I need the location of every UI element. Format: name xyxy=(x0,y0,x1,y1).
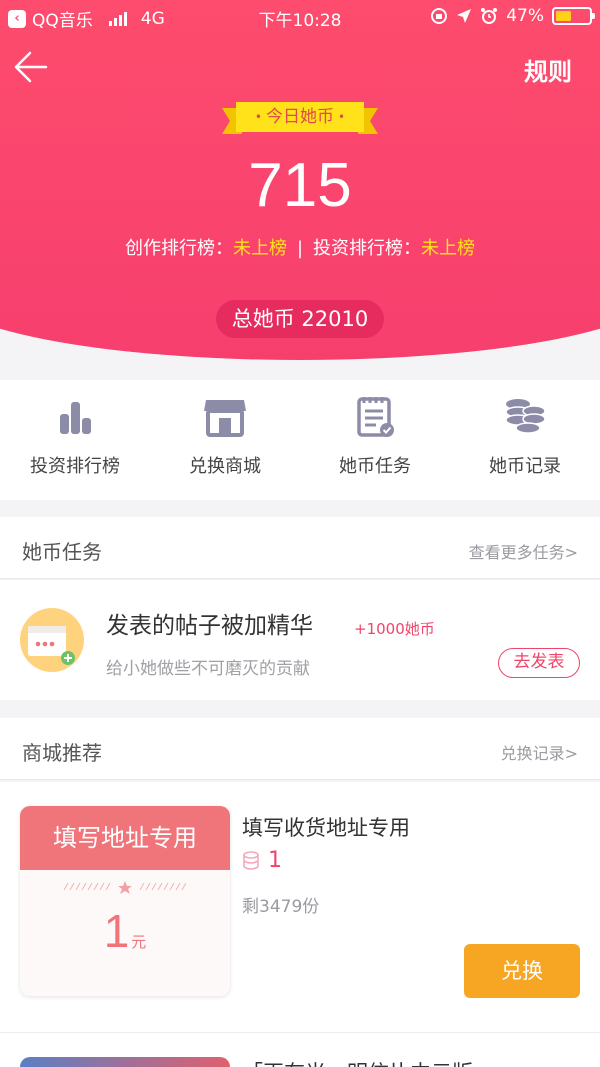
total-coins-badge: 总她币 22010 xyxy=(216,300,384,338)
coupon-title: 填写地址专用 xyxy=(20,806,230,870)
task-list-icon xyxy=(357,397,394,437)
quick-entry-label: 她币记录 xyxy=(489,456,561,477)
product-name: 「再有光」明信片中元版 xyxy=(242,1057,473,1067)
more-tasks-link[interactable]: 查看更多任务> xyxy=(469,539,578,563)
task-card[interactable]: 发表的帖子被加精华 +1000她币 给小她做些不可磨灭的贡献 去发表 xyxy=(0,580,600,700)
coupon-image[interactable]: 填写地址专用 1元 xyxy=(20,806,230,996)
location-icon xyxy=(457,9,472,23)
invest-rank-value: 未上榜 xyxy=(421,238,476,259)
rank-separator: | xyxy=(296,238,304,259)
quick-entry-invest-rank[interactable]: 投资排行榜 xyxy=(0,380,150,500)
alarm-icon xyxy=(481,8,498,24)
product-card-next[interactable]: 「再有光」明信片中元版 xyxy=(0,1032,600,1067)
tasks-section-header: 她币任务 查看更多任务> xyxy=(0,517,600,579)
coin-stack-icon xyxy=(243,850,259,870)
star-divider-icon xyxy=(64,881,186,894)
store-icon xyxy=(204,400,246,437)
status-bar: ‹ QQ音乐 4G 下午10:28 47% xyxy=(0,0,600,34)
today-coins-ribbon: • 今日她币 • xyxy=(222,102,378,134)
quick-entry-mall[interactable]: 兑换商城 xyxy=(150,380,300,500)
product-name: 填写收货地址专用 xyxy=(242,816,410,840)
quick-entry-records[interactable]: 她币记录 xyxy=(450,380,600,500)
battery-icon xyxy=(552,7,595,25)
product-remaining: 剩3479份 xyxy=(242,897,320,917)
quick-entry-label: 她币任务 xyxy=(339,456,411,477)
product-card[interactable]: 填写地址专用 1元 填写收货地址专用 1 剩3479份 兑换 xyxy=(0,782,600,1032)
quick-entry-bar: 投资排行榜 兑换商城 她币任务 她币记录 xyxy=(0,380,600,500)
product-cost-value: 1 xyxy=(268,848,282,873)
bar-chart-icon xyxy=(60,402,91,434)
coupon-price: 1元 xyxy=(103,905,147,957)
invest-rank-label: 投资排行榜： xyxy=(313,238,422,259)
rotation-lock-icon xyxy=(431,8,448,24)
battery-percent: 47% xyxy=(506,6,544,26)
back-arrow-icon[interactable] xyxy=(12,48,50,86)
task-title: 发表的帖子被加精华 xyxy=(106,613,313,639)
mall-section-header: 商城推荐 兑换记录> xyxy=(0,718,600,780)
section-title: 她币任务 xyxy=(22,540,102,564)
task-description: 给小她做些不可磨灭的贡献 xyxy=(106,659,310,679)
section-title: 商城推荐 xyxy=(22,741,102,765)
product-cost: 1 xyxy=(242,848,282,873)
task-icon xyxy=(20,608,84,672)
creation-rank-label: 创作排行榜： xyxy=(124,238,233,259)
today-coins-value: 715 xyxy=(248,151,352,220)
quick-entry-label: 投资排行榜 xyxy=(30,456,120,477)
product-thumbnail[interactable] xyxy=(20,1057,230,1067)
battery-level xyxy=(556,11,571,21)
quick-entry-tasks[interactable]: 她币任务 xyxy=(300,380,450,500)
header-banner: ‹ QQ音乐 4G 下午10:28 47% 规则 • 今日她币 • 715 创作排行… xyxy=(0,0,600,380)
quick-entry-label: 兑换商城 xyxy=(189,456,261,477)
task-reward: +1000她币 xyxy=(354,620,435,638)
today-coins-label: 今日她币 xyxy=(266,107,334,127)
go-post-button[interactable]: 去发表 xyxy=(498,648,580,678)
creation-rank-value: 未上榜 xyxy=(232,238,287,259)
rules-button[interactable]: 规则 xyxy=(524,52,572,87)
exchange-button[interactable]: 兑换 xyxy=(464,944,580,998)
rank-status: 创作排行榜：未上榜 | 投资排行榜：未上榜 xyxy=(0,234,600,260)
exchange-records-link[interactable]: 兑换记录> xyxy=(501,740,578,764)
coins-icon xyxy=(505,399,546,434)
